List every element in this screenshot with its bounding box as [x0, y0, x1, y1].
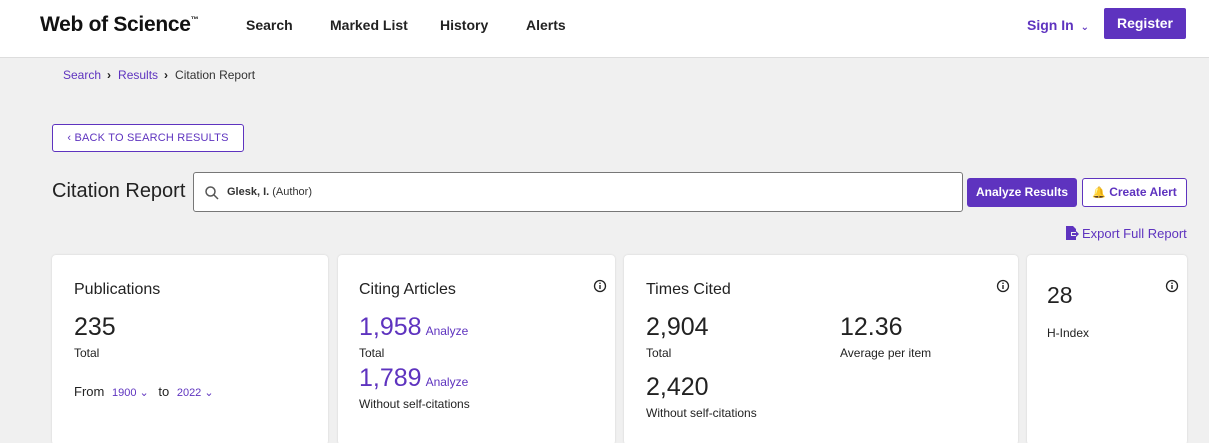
breadcrumb: Search › Results › Citation Report [63, 68, 255, 82]
search-query-text: Glesk, I. (Author) [227, 186, 313, 198]
publications-total: 235 [74, 313, 116, 341]
chevron-down-icon: ⌄ [1080, 22, 1089, 33]
h-index-label: H-Index [1047, 326, 1090, 340]
sign-in-button[interactable]: Sign In ⌄ [1027, 17, 1089, 33]
search-query-box[interactable]: Glesk, I. (Author) [193, 172, 963, 212]
citing-articles-title: Citing Articles [359, 281, 456, 298]
times-cited-total-label: Total [646, 346, 672, 360]
info-icon[interactable] [1165, 279, 1179, 293]
times-cited-total: 2,904 [646, 313, 709, 341]
nav-alerts[interactable]: Alerts [526, 17, 566, 33]
from-year-dropdown[interactable]: 1900 ⌄ [112, 387, 149, 399]
times-cited-without-self-label: Without self-citations [646, 406, 757, 420]
publications-card: Publications 235 Total From 1900 ⌄ to 20… [52, 255, 328, 443]
average-per-item: 12.36 [840, 313, 903, 341]
page-title: Citation Report [52, 180, 186, 202]
citing-without-self-label: Without self-citations [359, 397, 470, 411]
register-button[interactable]: Register [1104, 8, 1186, 39]
bell-icon: 🔔 [1092, 187, 1106, 199]
export-icon [1066, 226, 1079, 240]
nav-search[interactable]: Search [246, 17, 293, 33]
breadcrumb-current: Citation Report [175, 68, 256, 82]
breadcrumb-results[interactable]: Results [118, 68, 158, 82]
web-of-science-logo[interactable]: Web of Science™ [40, 13, 199, 37]
info-icon[interactable] [593, 279, 607, 293]
h-index-card: 28 H-Index [1027, 255, 1187, 443]
times-cited-card: Times Cited 2,904 Total 12.36 Average pe… [624, 255, 1018, 443]
chevron-right-icon: › [164, 68, 169, 82]
publications-title: Publications [74, 281, 161, 298]
citing-articles-card: Citing Articles 1,958 Analyze Total 1,789… [338, 255, 615, 443]
citing-without-self: 1,789 Analyze [359, 364, 469, 392]
back-to-search-results-button[interactable]: ‹ BACK TO SEARCH RESULTS [52, 124, 244, 152]
publications-total-label: Total [74, 346, 100, 360]
nav-marked-list[interactable]: Marked List [330, 17, 408, 33]
export-full-report-link[interactable]: Export Full Report [1065, 226, 1187, 241]
create-alert-button[interactable]: 🔔 Create Alert [1082, 178, 1187, 207]
times-cited-without-self: 2,420 [646, 373, 709, 401]
search-icon [205, 186, 219, 200]
nav-history[interactable]: History [440, 17, 488, 33]
citing-total-label: Total [359, 346, 385, 360]
info-icon[interactable] [996, 279, 1010, 293]
times-cited-title: Times Cited [646, 281, 731, 298]
chevron-right-icon: › [107, 68, 112, 82]
year-range: From 1900 ⌄ to 2022 ⌄ [74, 384, 214, 399]
citing-total: 1,958 Analyze [359, 313, 469, 341]
average-per-item-label: Average per item [840, 346, 932, 360]
to-year-dropdown[interactable]: 2022 ⌄ [177, 387, 214, 399]
top-bar: Web of Science™ Search Marked List Histo… [0, 0, 1209, 58]
breadcrumb-search[interactable]: Search [63, 68, 101, 82]
analyze-citing-link[interactable]: Analyze [426, 324, 469, 338]
h-index-value: 28 [1047, 282, 1073, 308]
analyze-results-button[interactable]: Analyze Results [967, 178, 1077, 207]
analyze-citing-without-self-link[interactable]: Analyze [426, 375, 469, 389]
